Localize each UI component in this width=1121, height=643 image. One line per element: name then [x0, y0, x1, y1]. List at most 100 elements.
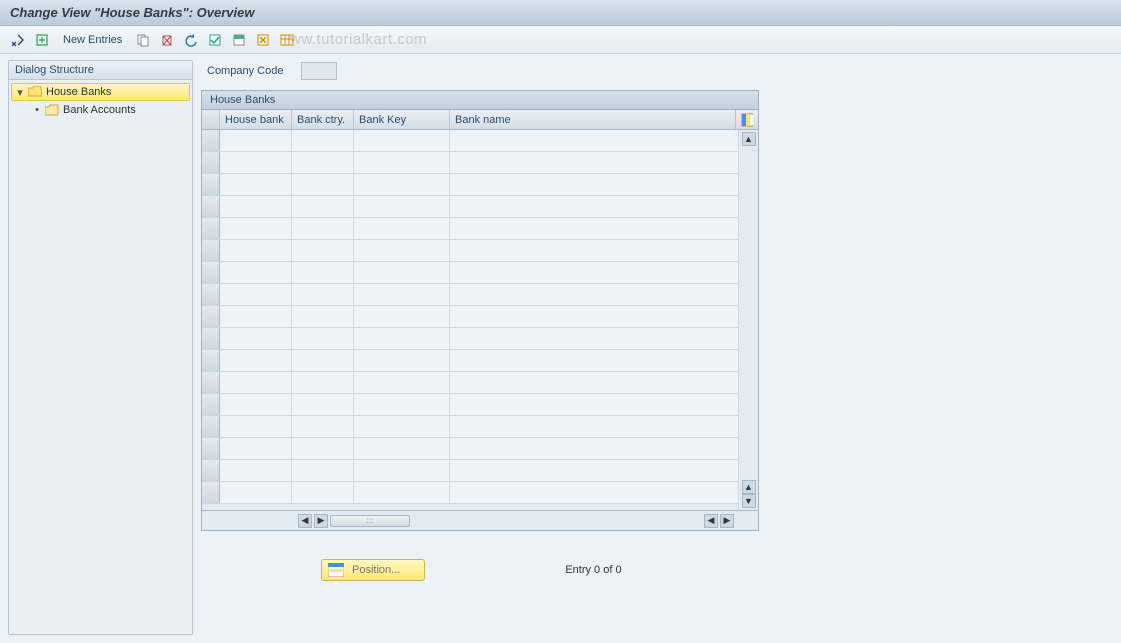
grid-col-bank-key[interactable]: Bank Key	[354, 110, 450, 129]
tree-node-house-banks[interactable]: ▾ House Banks	[11, 83, 190, 101]
cell-bank-ctry[interactable]	[292, 240, 354, 261]
cell-bank-ctry[interactable]	[292, 350, 354, 371]
row-selector[interactable]	[202, 218, 220, 239]
copy-icon[interactable]	[133, 30, 153, 50]
cell-house-bank[interactable]	[220, 394, 292, 415]
position-button[interactable]: Position...	[321, 559, 425, 581]
cell-bank-name[interactable]	[450, 196, 738, 217]
row-selector[interactable]	[202, 328, 220, 349]
cell-bank-key[interactable]	[354, 152, 450, 173]
row-selector[interactable]	[202, 284, 220, 305]
cell-bank-ctry[interactable]	[292, 482, 354, 503]
cell-house-bank[interactable]	[220, 284, 292, 305]
grid-col-bank-name[interactable]: Bank name	[450, 110, 736, 129]
cell-bank-key[interactable]	[354, 482, 450, 503]
cell-bank-ctry[interactable]	[292, 152, 354, 173]
cell-bank-name[interactable]	[450, 416, 738, 437]
cell-bank-name[interactable]	[450, 350, 738, 371]
row-selector[interactable]	[202, 152, 220, 173]
table-row[interactable]	[202, 394, 738, 416]
cell-house-bank[interactable]	[220, 482, 292, 503]
table-row[interactable]	[202, 306, 738, 328]
undo-icon[interactable]	[181, 30, 201, 50]
cell-bank-key[interactable]	[354, 284, 450, 305]
cell-bank-ctry[interactable]	[292, 284, 354, 305]
grid-header-selector[interactable]	[202, 110, 220, 129]
grid-configure-columns-icon[interactable]	[736, 110, 758, 129]
cell-house-bank[interactable]	[220, 152, 292, 173]
table-row[interactable]	[202, 240, 738, 262]
cell-bank-key[interactable]	[354, 328, 450, 349]
cell-bank-name[interactable]	[450, 218, 738, 239]
cell-bank-name[interactable]	[450, 372, 738, 393]
grid-col-bank-ctry[interactable]: Bank ctry.	[292, 110, 354, 129]
cell-bank-key[interactable]	[354, 372, 450, 393]
table-row[interactable]	[202, 218, 738, 240]
grid-horizontal-scrollbar[interactable]: ◀ ▶ ::: ◀ ▶	[202, 510, 758, 530]
row-selector[interactable]	[202, 196, 220, 217]
cell-bank-key[interactable]	[354, 240, 450, 261]
cell-bank-name[interactable]	[450, 130, 738, 151]
cell-bank-name[interactable]	[450, 284, 738, 305]
table-row[interactable]	[202, 438, 738, 460]
cell-house-bank[interactable]	[220, 174, 292, 195]
cell-bank-name[interactable]	[450, 438, 738, 459]
cell-bank-name[interactable]	[450, 240, 738, 261]
scroll-down-icon[interactable]: ▼	[742, 494, 756, 508]
table-row[interactable]	[202, 350, 738, 372]
cell-house-bank[interactable]	[220, 262, 292, 283]
grid-col-house-bank[interactable]: House bank	[220, 110, 292, 129]
row-selector[interactable]	[202, 482, 220, 503]
delete-icon[interactable]	[157, 30, 177, 50]
table-row[interactable]	[202, 372, 738, 394]
cell-bank-key[interactable]	[354, 262, 450, 283]
table-row[interactable]	[202, 284, 738, 306]
cell-bank-key[interactable]	[354, 174, 450, 195]
table-settings-icon[interactable]	[277, 30, 297, 50]
cell-bank-key[interactable]	[354, 218, 450, 239]
row-selector[interactable]	[202, 350, 220, 371]
cell-bank-key[interactable]	[354, 460, 450, 481]
table-row[interactable]	[202, 328, 738, 350]
scroll-up-icon[interactable]: ▲	[742, 132, 756, 146]
tree-expander-icon[interactable]: ▾	[16, 86, 24, 99]
grid-vertical-scrollbar[interactable]: ▲ ▲ ▼	[738, 130, 758, 510]
table-row[interactable]	[202, 460, 738, 482]
table-row[interactable]	[202, 174, 738, 196]
cell-bank-name[interactable]	[450, 306, 738, 327]
cell-bank-name[interactable]	[450, 262, 738, 283]
cell-bank-ctry[interactable]	[292, 460, 354, 481]
cell-bank-ctry[interactable]	[292, 306, 354, 327]
select-all-icon[interactable]	[205, 30, 225, 50]
cell-bank-ctry[interactable]	[292, 174, 354, 195]
table-row[interactable]	[202, 416, 738, 438]
cell-bank-key[interactable]	[354, 130, 450, 151]
row-selector[interactable]	[202, 306, 220, 327]
cell-bank-key[interactable]	[354, 196, 450, 217]
cell-house-bank[interactable]	[220, 306, 292, 327]
cell-house-bank[interactable]	[220, 130, 292, 151]
row-selector[interactable]	[202, 372, 220, 393]
row-selector[interactable]	[202, 240, 220, 261]
scroll-left-icon[interactable]: ◀	[298, 514, 312, 528]
display-toggle-icon[interactable]	[8, 30, 28, 50]
cell-bank-name[interactable]	[450, 328, 738, 349]
cell-bank-name[interactable]	[450, 174, 738, 195]
cell-bank-ctry[interactable]	[292, 372, 354, 393]
scroll-right-icon[interactable]: ▶	[720, 514, 734, 528]
other-entry-icon[interactable]	[32, 30, 52, 50]
cell-bank-key[interactable]	[354, 416, 450, 437]
scroll-thumb[interactable]: :::	[330, 515, 410, 527]
cell-bank-key[interactable]	[354, 394, 450, 415]
row-selector[interactable]	[202, 394, 220, 415]
cell-house-bank[interactable]	[220, 350, 292, 371]
cell-house-bank[interactable]	[220, 460, 292, 481]
cell-bank-ctry[interactable]	[292, 218, 354, 239]
cell-bank-ctry[interactable]	[292, 394, 354, 415]
deselect-all-icon[interactable]	[253, 30, 273, 50]
cell-house-bank[interactable]	[220, 438, 292, 459]
cell-bank-ctry[interactable]	[292, 416, 354, 437]
cell-house-bank[interactable]	[220, 328, 292, 349]
cell-bank-name[interactable]	[450, 394, 738, 415]
cell-house-bank[interactable]	[220, 218, 292, 239]
